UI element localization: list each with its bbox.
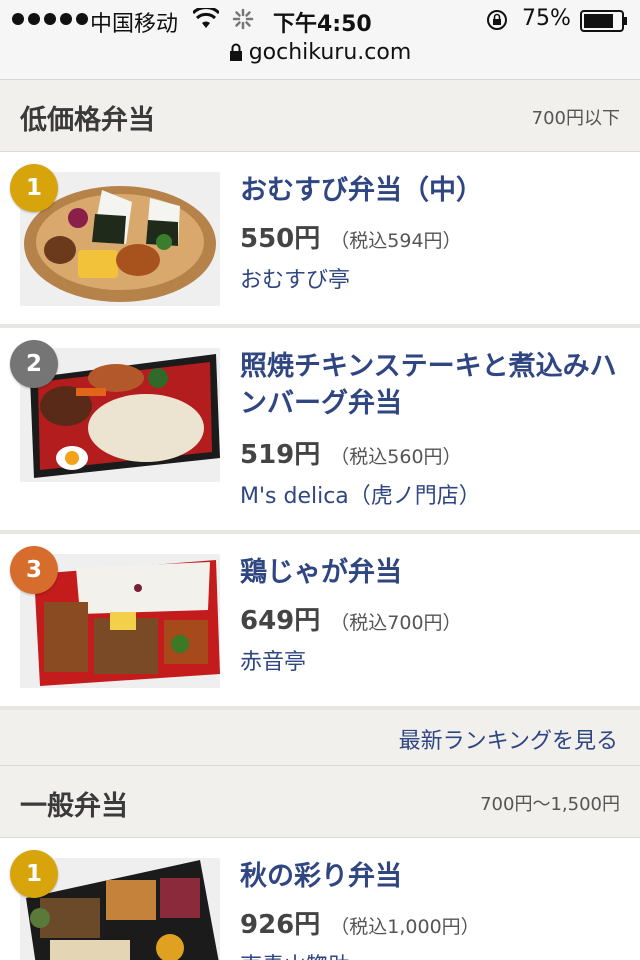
lock-icon <box>229 43 242 61</box>
shop-name[interactable]: 東青山惣助 <box>240 948 350 960</box>
section-price-range: 700円以下 <box>531 108 620 129</box>
status-bar: 中国移动 下午4:50 75% <box>0 6 640 37</box>
browser-top-bar: 中国移动 下午4:50 75% gochikuru.com <box>0 0 640 80</box>
price-line: 926円 （税込1,000円） <box>240 904 480 941</box>
shop-name[interactable]: M's delica（虎ノ門店） <box>240 478 481 510</box>
carrier-label: 中国移动 <box>90 12 179 37</box>
section-price-range: 700円〜1,500円 <box>480 794 620 815</box>
price-line: 649円 （税込700円） <box>240 600 462 637</box>
item-price: 926円 <box>240 910 321 940</box>
url-text: gochikuru.com <box>248 40 412 65</box>
item-price-tax: （税込700円） <box>330 612 462 634</box>
section-title: 低価格弁当 <box>20 105 155 136</box>
wifi-icon <box>193 8 219 28</box>
ranking-item-2[interactable]: 2 照焼チキンステーキと煮込みハンバーグ弁当 519円 （税込560円） M's … <box>0 328 640 534</box>
rank-badge: 3 <box>10 546 58 594</box>
section-header-regular: 一般弁当 700円〜1,500円 <box>0 766 640 838</box>
clock: 下午4:50 <box>273 12 372 37</box>
address-bar[interactable]: gochikuru.com <box>0 40 640 65</box>
rank-badge: 2 <box>10 340 58 388</box>
shop-name[interactable]: おむすび亭 <box>240 262 350 294</box>
price-line: 550円 （税込594円） <box>240 218 462 255</box>
item-price-tax: （税込594円） <box>330 230 462 252</box>
price-line: 519円 （税込560円） <box>240 434 462 471</box>
item-price: 550円 <box>240 224 321 254</box>
rank-badge: 1 <box>10 850 58 898</box>
loading-spinner-icon <box>232 8 254 30</box>
signal-strength-icon <box>12 13 88 25</box>
item-price: 649円 <box>240 606 321 636</box>
more-ranking-bar: 最新ランキングを見る <box>0 710 640 766</box>
rank-badge: 1 <box>10 164 58 212</box>
item-name[interactable]: 秋の彩り弁当 <box>240 858 630 895</box>
ranking-item-3[interactable]: 3 鶏じゃが弁当 649円 （税込700円） 赤音亭 <box>0 534 640 710</box>
item-price-tax: （税込560円） <box>330 446 462 468</box>
item-name[interactable]: 照焼チキンステーキと煮込みハンバーグ弁当 <box>240 348 630 422</box>
item-price-tax: （税込1,000円） <box>330 916 480 938</box>
latest-ranking-link[interactable]: 最新ランキングを見る <box>399 723 618 755</box>
item-name[interactable]: おむすび弁当（中） <box>240 172 630 209</box>
section-header-low-price: 低価格弁当 700円以下 <box>0 80 640 152</box>
section-title: 一般弁当 <box>20 791 128 822</box>
rotation-lock-icon <box>487 10 507 30</box>
battery-icon <box>580 10 627 32</box>
item-price: 519円 <box>240 440 321 470</box>
item-name[interactable]: 鶏じゃが弁当 <box>240 554 630 591</box>
shop-name[interactable]: 赤音亭 <box>240 644 306 676</box>
ranking-item-1[interactable]: 1 おむすび弁当（中） 550円 （税込594円） おむすび亭 <box>0 152 640 328</box>
battery-percentage: 75% <box>522 6 571 31</box>
ranking-item-regular-1[interactable]: 1 秋の彩り弁当 926円 （税込1,000円） 東青山惣助 <box>0 838 640 960</box>
